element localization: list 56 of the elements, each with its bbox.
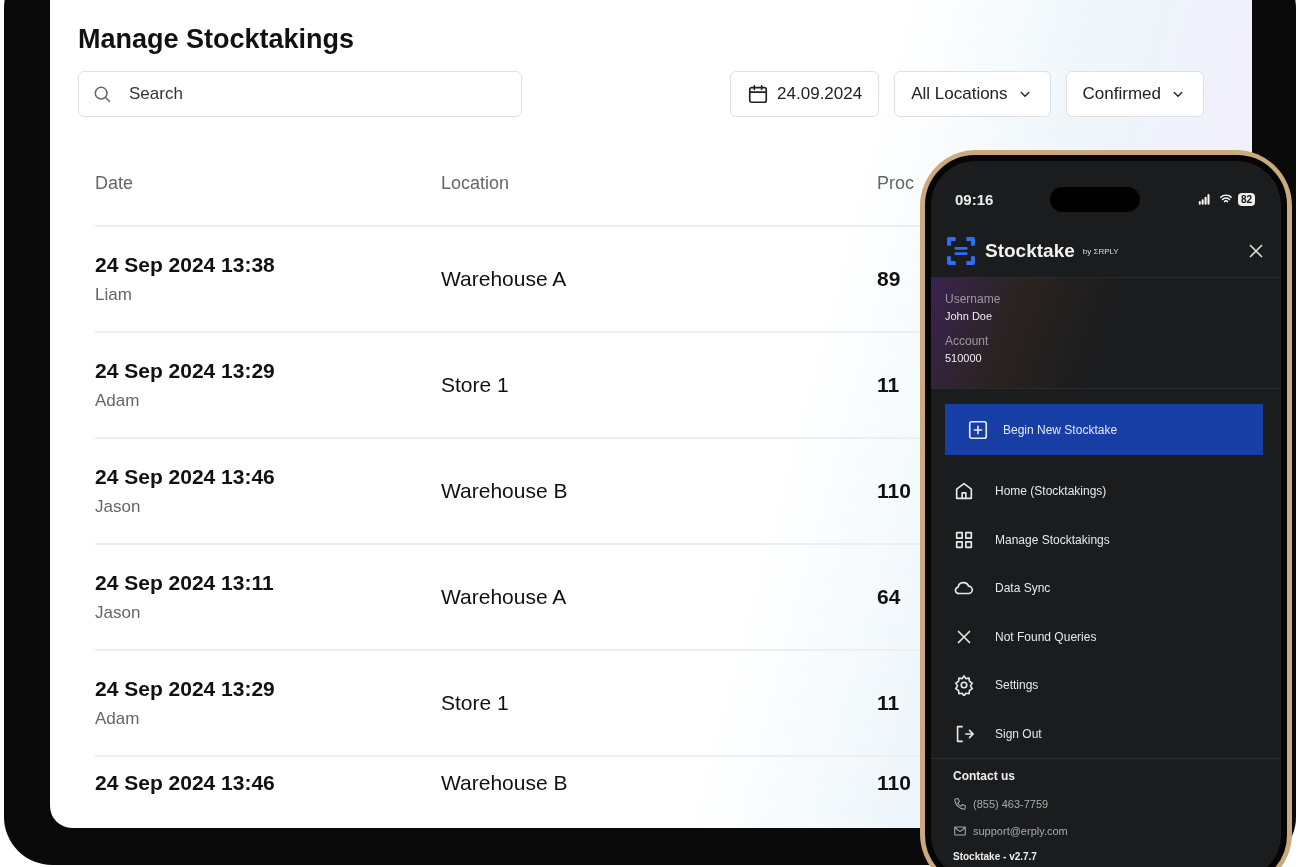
menu-item[interactable]: Home (Stocktakings) <box>931 467 1281 516</box>
menu-item[interactable]: Data Sync <box>931 564 1281 613</box>
date-text: 24 Sep 2024 13:38 <box>95 253 276 277</box>
begin-stocktake-button[interactable]: Begin New Stocktake <box>945 404 1263 455</box>
app-name: Stocktake <box>985 240 1075 262</box>
field-value: John Doe <box>945 310 994 322</box>
battery-level: 82 <box>1237 192 1255 206</box>
brand-byline: by ΣRPLY <box>1082 246 1120 256</box>
location-text: Store 1 <box>441 373 510 397</box>
menu-item[interactable]: Settings <box>931 661 1281 710</box>
date-picker[interactable]: 24.09.2024 <box>730 71 880 117</box>
date-text: 24 Sep 2024 13:29 <box>95 359 276 383</box>
user-name: Liam <box>95 285 133 305</box>
date-text: 24 Sep 2024 13:29 <box>95 677 276 701</box>
location-text: Store 1 <box>441 691 510 715</box>
page-title: Manage Stocktakings <box>78 24 355 55</box>
user-name: Adam <box>95 709 141 729</box>
calendar-icon <box>747 83 770 105</box>
field-label: Username <box>945 292 1002 306</box>
search-field[interactable]: Search <box>78 71 522 117</box>
phone-link[interactable]: (855) 463-7759 <box>953 797 1259 811</box>
product-count: 11 <box>877 373 900 397</box>
product-count: 11 <box>877 691 900 715</box>
location-text: Warehouse A <box>441 267 568 291</box>
status-time: 09:16 <box>955 190 994 208</box>
column-header: Location <box>441 173 511 194</box>
plus-square-icon <box>967 418 989 441</box>
date-text: 24 Sep 2024 13:46 <box>95 465 276 489</box>
menu-item[interactable]: Not Found Queries <box>931 612 1281 661</box>
menu-item[interactable]: Manage Stocktakings <box>931 515 1281 564</box>
product-count: 89 <box>877 267 901 291</box>
location-text: Warehouse A <box>441 585 568 609</box>
product-count: 110 <box>877 479 911 503</box>
menu-item[interactable]: Sign Out <box>931 709 1281 758</box>
scan-logo-icon <box>945 235 977 267</box>
settings-icon <box>953 674 975 697</box>
contact-heading: Contact us <box>953 769 1016 783</box>
column-header: Proc <box>877 173 914 194</box>
phone-icon <box>953 797 967 811</box>
user-name: Jason <box>95 497 142 517</box>
dropdown[interactable]: All Locations <box>894 71 1051 117</box>
email-link[interactable]: support@erply.com <box>953 824 1259 838</box>
mail-icon <box>953 824 967 838</box>
column-header: Date <box>95 173 135 194</box>
field-value: 510000 <box>945 352 983 364</box>
location-text: Warehouse B <box>441 771 569 795</box>
date-text: 24 Sep 2024 13:11 <box>95 571 275 595</box>
field-label: Account <box>945 334 990 348</box>
product-count: 110 <box>877 771 911 795</box>
product-count: 64 <box>877 585 901 609</box>
location-text: Warehouse B <box>441 479 569 503</box>
dropdown[interactable]: Confirmed <box>1065 71 1204 117</box>
user-name: Jason <box>95 603 142 623</box>
version-text: Stocktake - v2.7.7 <box>953 851 1038 862</box>
user-name: Adam <box>95 391 141 411</box>
date-text: 24 Sep 2024 13:46 <box>95 771 276 795</box>
